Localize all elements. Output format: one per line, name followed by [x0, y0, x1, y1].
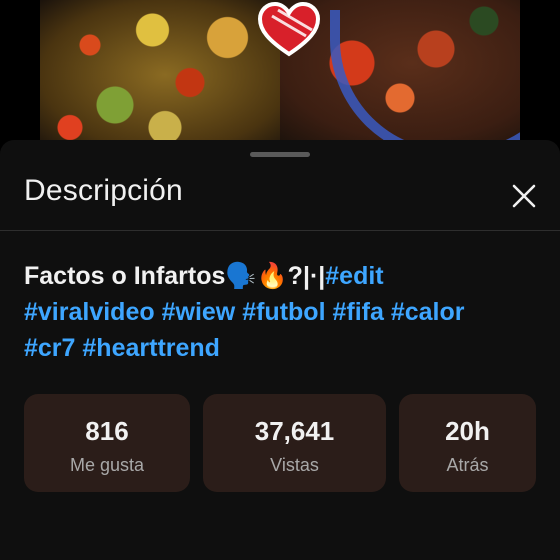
- sheet-title: Descripción: [24, 174, 183, 207]
- video-thumbnail[interactable]: [40, 0, 520, 150]
- stat-value: 816: [85, 416, 129, 446]
- stat-label: Me gusta: [69, 455, 145, 475]
- header-divider: [0, 230, 560, 231]
- hashtag-link[interactable]: #futbol: [242, 298, 325, 326]
- close-button[interactable]: [504, 176, 544, 216]
- drag-handle[interactable]: [250, 152, 310, 157]
- stat-label: Atrás: [446, 455, 489, 475]
- hashtag-link[interactable]: #calor: [391, 298, 465, 326]
- description-sheet: Descripción Factos o Infartos🗣️🔥?|·|#edi…: [0, 140, 560, 560]
- description-text: Factos o Infartos🗣️🔥?|·|: [24, 262, 326, 290]
- hashtag-link[interactable]: #viralvideo: [24, 298, 155, 326]
- stat-value: 20h: [445, 416, 490, 446]
- stat-time: 20h Atrás: [399, 394, 536, 492]
- stat-value: 37,641: [254, 416, 335, 446]
- hashtag-link[interactable]: #wiew: [162, 298, 236, 326]
- hashtag-link[interactable]: #edit: [325, 262, 383, 290]
- hashtag-link[interactable]: #fifa: [332, 298, 383, 326]
- video-stats: 816 Me gusta 37,641 Vistas 20h Atrás: [24, 394, 536, 492]
- hashtag-link[interactable]: #cr7: [24, 334, 75, 362]
- stat-label: Vistas: [270, 455, 319, 475]
- close-icon: [512, 184, 536, 208]
- hashtag-link[interactable]: #hearttrend: [82, 334, 220, 362]
- heart-sticker-icon: [258, 2, 320, 57]
- stat-likes: 816 Me gusta: [24, 394, 190, 492]
- stat-views: 37,641 Vistas: [203, 394, 386, 492]
- video-description: Factos o Infartos🗣️🔥?|·|#edit #viralvide…: [24, 258, 544, 366]
